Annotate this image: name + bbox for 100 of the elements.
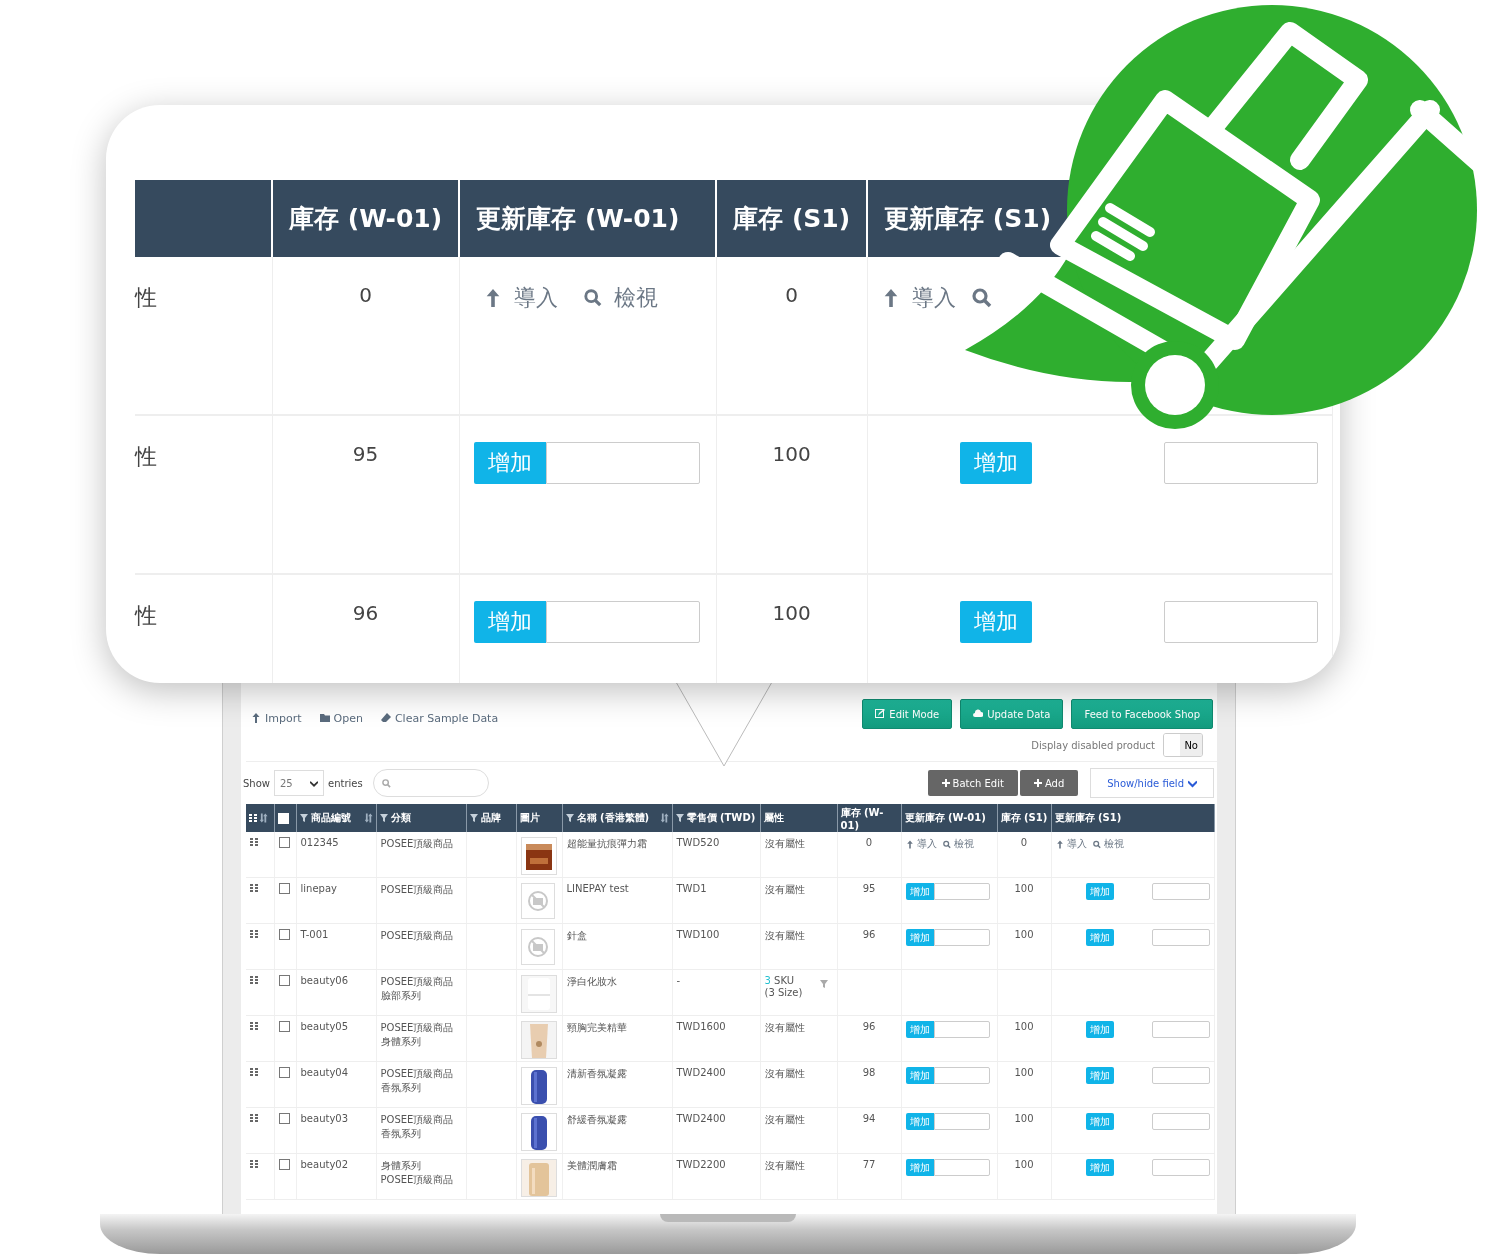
stock-count: 96 xyxy=(352,601,379,625)
add-button[interactable]: 增加 xyxy=(1085,1067,1114,1084)
add-button[interactable]: 增加 xyxy=(905,929,934,946)
import-link[interactable]: 導入 xyxy=(881,283,956,313)
quantity-field[interactable] xyxy=(1151,1067,1210,1084)
add-button[interactable]: 增加 xyxy=(1085,929,1114,946)
row-checkbox[interactable] xyxy=(278,1067,290,1078)
drag-handle-icon[interactable] xyxy=(250,838,258,846)
edit-button[interactable]: Edit Mode xyxy=(862,699,953,729)
sort-icon[interactable] xyxy=(364,813,373,823)
quantity-field[interactable] xyxy=(933,1067,990,1084)
price-text: TWD1 xyxy=(676,883,707,894)
import-link[interactable]: Import xyxy=(251,711,302,725)
quantity-field[interactable] xyxy=(933,1113,990,1130)
add-button[interactable]: 增加 xyxy=(905,1113,934,1130)
select-all-checkbox[interactable] xyxy=(277,812,289,824)
clear-link[interactable]: Clear Sample Data xyxy=(380,711,499,725)
quantity-field[interactable] xyxy=(1163,601,1318,643)
add-button[interactable]: 增加 xyxy=(1085,1021,1114,1038)
sort-icon[interactable] xyxy=(660,813,669,823)
category-text: 香氛系列 xyxy=(380,1081,422,1095)
drag-handle-icon[interactable] xyxy=(250,1114,258,1122)
filter-icon[interactable] xyxy=(469,814,478,822)
add-button[interactable]: 增加 xyxy=(959,601,1032,643)
import-link[interactable]: 導入 xyxy=(483,283,558,313)
column-header: 更新庫存 (S1) xyxy=(884,204,1052,233)
attribute-text: 沒有屬性 xyxy=(764,1022,805,1033)
drag-handle-icon[interactable] xyxy=(250,884,258,892)
drag-handle-icon[interactable] xyxy=(250,930,258,938)
toggle-switch[interactable]: No xyxy=(1163,733,1203,757)
sort-icon[interactable] xyxy=(260,813,268,823)
category-text: POSEE頂級商品 xyxy=(380,1021,455,1035)
drag-handle-icon[interactable] xyxy=(250,1068,258,1076)
row-checkbox[interactable] xyxy=(278,837,290,848)
filter-icon[interactable] xyxy=(379,814,388,822)
row-checkbox[interactable] xyxy=(278,883,290,894)
attribute-text: 沒有屬性 xyxy=(764,838,805,849)
stock-count: 0 xyxy=(785,283,799,307)
view-link[interactable]: 檢視 xyxy=(1092,837,1124,851)
drag-handle-icon[interactable] xyxy=(250,976,258,984)
add-button[interactable]: 增加 xyxy=(905,1067,934,1084)
quantity-field[interactable] xyxy=(545,601,700,643)
update-button[interactable]: Update Data xyxy=(960,699,1064,729)
sku-text: linepay xyxy=(300,883,337,894)
stock-count: 100 xyxy=(772,442,811,466)
feed-button[interactable]: Feed to Facebook Shop xyxy=(1071,699,1213,729)
stock-count: 100 xyxy=(1014,1021,1034,1032)
quantity-field[interactable] xyxy=(1151,1021,1210,1038)
category-text: 香氛系列 xyxy=(380,1127,422,1141)
stock-count: 100 xyxy=(1014,1067,1034,1078)
page-size-select[interactable]: 25 xyxy=(274,770,324,796)
quantity-field[interactable] xyxy=(1151,883,1210,900)
caret-icon xyxy=(310,779,318,787)
price-text: TWD100 xyxy=(676,929,720,940)
add-button[interactable]: 增加 xyxy=(1085,1159,1114,1176)
row-checkbox[interactable] xyxy=(278,1021,290,1032)
add-button[interactable]: 增加 xyxy=(905,1021,934,1038)
quantity-field[interactable] xyxy=(933,929,990,946)
add-button[interactable]: 增加 xyxy=(473,442,546,484)
eraser-icon xyxy=(380,713,391,723)
attribute-text: 沒有屬性 xyxy=(764,884,805,895)
quantity-field[interactable] xyxy=(1151,1113,1210,1130)
filter-icon[interactable] xyxy=(299,814,308,822)
add-button[interactable]: 增加 xyxy=(1085,1113,1114,1130)
show-hide-field-button[interactable]: Show/hide field xyxy=(1090,768,1214,798)
row-checkbox[interactable] xyxy=(278,1159,290,1170)
drag-handle-icon[interactable] xyxy=(250,1160,258,1168)
search-icon[interactable] xyxy=(971,288,992,308)
quantity-field[interactable] xyxy=(1151,929,1210,946)
batch-edit-button[interactable]: Batch Edit xyxy=(927,770,1018,796)
row-checkbox[interactable] xyxy=(278,975,290,986)
view-link[interactable]: 檢視 xyxy=(942,837,974,851)
search-icon xyxy=(381,778,391,788)
open-link[interactable]: Open xyxy=(319,711,363,725)
add-button[interactable]: Add xyxy=(1019,770,1079,796)
quantity-field[interactable] xyxy=(1163,442,1318,484)
add-button[interactable]: 增加 xyxy=(959,442,1032,484)
sku-text: 012345 xyxy=(300,837,339,848)
quantity-field[interactable] xyxy=(545,442,700,484)
sku-text: beauty05 xyxy=(300,1021,349,1032)
quantity-field[interactable] xyxy=(933,883,990,900)
category-text: POSEE頂級商品 xyxy=(380,837,455,851)
filter-icon[interactable] xyxy=(565,814,574,822)
filter-icon[interactable] xyxy=(675,814,684,822)
add-button[interactable]: 增加 xyxy=(905,1159,934,1176)
view-link[interactable]: 檢視 xyxy=(583,283,658,313)
attribute-text: 沒有屬性 xyxy=(764,1068,805,1079)
quantity-field[interactable] xyxy=(1151,1159,1210,1176)
add-button[interactable]: 增加 xyxy=(1085,883,1114,900)
drag-handle-icon[interactable] xyxy=(250,1022,258,1030)
quantity-field[interactable] xyxy=(933,1159,990,1176)
add-button[interactable]: 增加 xyxy=(905,883,934,900)
row-checkbox[interactable] xyxy=(278,929,290,940)
toggle-label: Display disabled product xyxy=(1031,739,1155,751)
import-link[interactable]: 導入 xyxy=(905,837,937,851)
add-button[interactable]: 增加 xyxy=(473,601,546,643)
row-checkbox[interactable] xyxy=(278,1113,290,1124)
import-link[interactable]: 導入 xyxy=(1055,837,1087,851)
stock-count: 100 xyxy=(1014,929,1034,940)
quantity-field[interactable] xyxy=(933,1021,990,1038)
